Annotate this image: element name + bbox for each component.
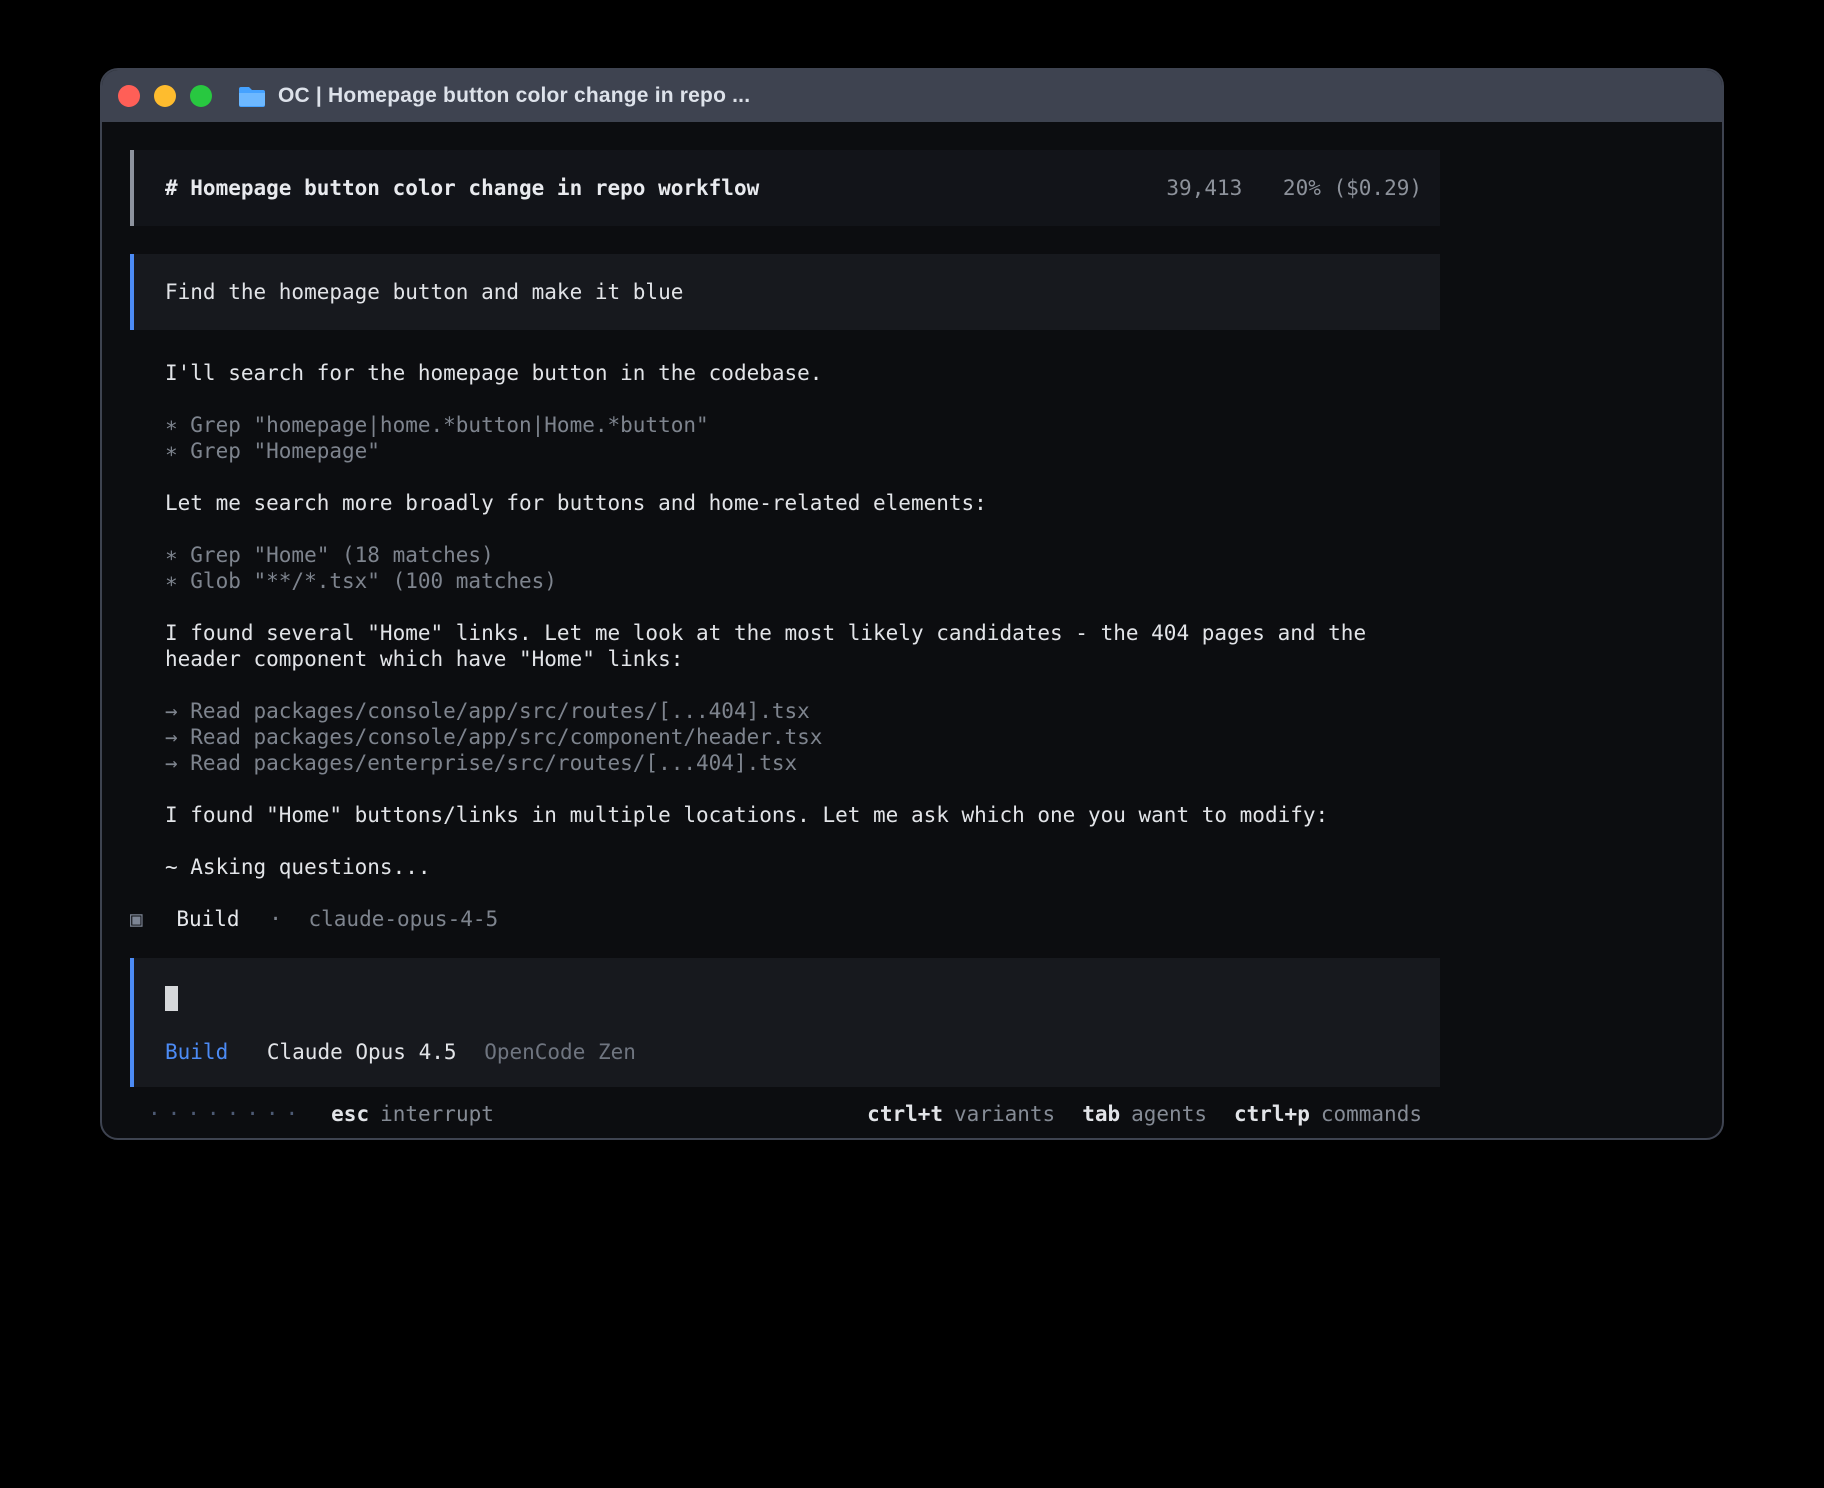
minimize-button[interactable]	[154, 85, 176, 107]
agent-model: claude-opus-4-5	[309, 907, 499, 931]
tool-call-line: → Read packages/console/app/src/routes/[…	[165, 698, 1440, 724]
input-provider-label: OpenCode Zen	[484, 1040, 636, 1064]
terminal-content: # Homepage button color change in repo w…	[102, 122, 1722, 1127]
spinner-dots: ········	[148, 1101, 305, 1127]
assistant-text: I found "Home" buttons/links in multiple…	[165, 802, 1440, 828]
screen: OC | Homepage button color change in rep…	[0, 0, 1824, 1488]
footer-shortcut: ctrl+t variants	[867, 1101, 1055, 1127]
footer-shortcut: tab agents	[1082, 1101, 1207, 1127]
shortcut-label: commands	[1321, 1102, 1422, 1126]
shortcut-key: ctrl+t	[867, 1102, 943, 1126]
tool-call-line: → Read packages/console/app/src/componen…	[165, 724, 1440, 750]
input-meta: Build Claude Opus 4.5 OpenCode Zen	[165, 1039, 1422, 1065]
prompt-input[interactable]: Build Claude Opus 4.5 OpenCode Zen	[130, 958, 1440, 1087]
tool-call-line: ∗ Grep "Homepage"	[165, 438, 1440, 464]
status-bar: ········ esc interrupt ctrl+t variants tab…	[130, 1101, 1440, 1127]
session-header: # Homepage button color change in repo w…	[130, 150, 1440, 226]
agent-icon: ▣	[130, 907, 143, 931]
tool-call-group: ∗ Grep "Home" (18 matches)∗ Glob "**/*.t…	[165, 542, 1440, 594]
tool-call-line: ∗ Glob "**/*.tsx" (100 matches)	[165, 568, 1440, 594]
window-title: OC | Homepage button color change in rep…	[278, 84, 750, 108]
user-message-text: Find the homepage button and make it blu…	[165, 280, 683, 304]
footer-shortcuts: ctrl+t variants tab agents ctrl+p commands	[840, 1101, 1422, 1127]
user-message: Find the homepage button and make it blu…	[130, 254, 1440, 330]
tool-call-group: ∗ Grep "homepage|home.*button|Home.*butt…	[165, 412, 1440, 464]
agent-separator: ·	[269, 907, 282, 931]
footer-shortcut: ctrl+p commands	[1234, 1101, 1422, 1127]
tool-call-group: → Read packages/console/app/src/routes/[…	[165, 698, 1440, 776]
tool-call-line: → Read packages/enterprise/src/routes/[.…	[165, 750, 1440, 776]
tool-call-line: ∗ Grep "Home" (18 matches)	[165, 542, 1440, 568]
text-cursor	[165, 986, 178, 1011]
token-count: 39,413	[1166, 176, 1242, 200]
shortcut-label: variants	[954, 1102, 1055, 1126]
agent-name: Build	[176, 907, 239, 931]
terminal-window: OC | Homepage button color change in rep…	[100, 68, 1724, 1140]
window-titlebar[interactable]: OC | Homepage button color change in rep…	[102, 70, 1722, 122]
input-model-label: Claude Opus 4.5	[267, 1040, 457, 1064]
transcript: I'll search for the homepage button in t…	[130, 360, 1440, 880]
input-mode-label: Build	[165, 1040, 228, 1064]
close-button[interactable]	[118, 85, 140, 107]
esc-shortcut-label: interrupt	[380, 1101, 494, 1127]
assistant-text: Let me search more broadly for buttons a…	[165, 490, 1440, 516]
shortcut-label: agents	[1131, 1102, 1207, 1126]
session-stats: 39,413 20% ($0.29)	[1166, 175, 1422, 201]
tool-call-line: ∗ Grep "homepage|home.*button|Home.*butt…	[165, 412, 1440, 438]
session-title: # Homepage button color change in repo w…	[165, 175, 759, 201]
status-bar-left: ········ esc interrupt	[148, 1101, 494, 1127]
shortcut-key: ctrl+p	[1234, 1102, 1310, 1126]
zoom-button[interactable]	[190, 85, 212, 107]
assistant-text: I found several "Home" links. Let me loo…	[165, 620, 1440, 672]
agent-status-row: ▣ Build · claude-opus-4-5	[130, 906, 1722, 932]
titlebar-title-group: OC | Homepage button color change in rep…	[238, 84, 750, 108]
assistant-text: I'll search for the homepage button in t…	[165, 360, 1440, 386]
assistant-text: ~ Asking questions...	[165, 854, 1440, 880]
esc-shortcut-key: esc	[331, 1101, 369, 1127]
folder-icon	[238, 85, 266, 107]
traffic-lights	[118, 85, 212, 107]
context-usage: 20% ($0.29)	[1283, 176, 1422, 200]
shortcut-key: tab	[1082, 1102, 1120, 1126]
